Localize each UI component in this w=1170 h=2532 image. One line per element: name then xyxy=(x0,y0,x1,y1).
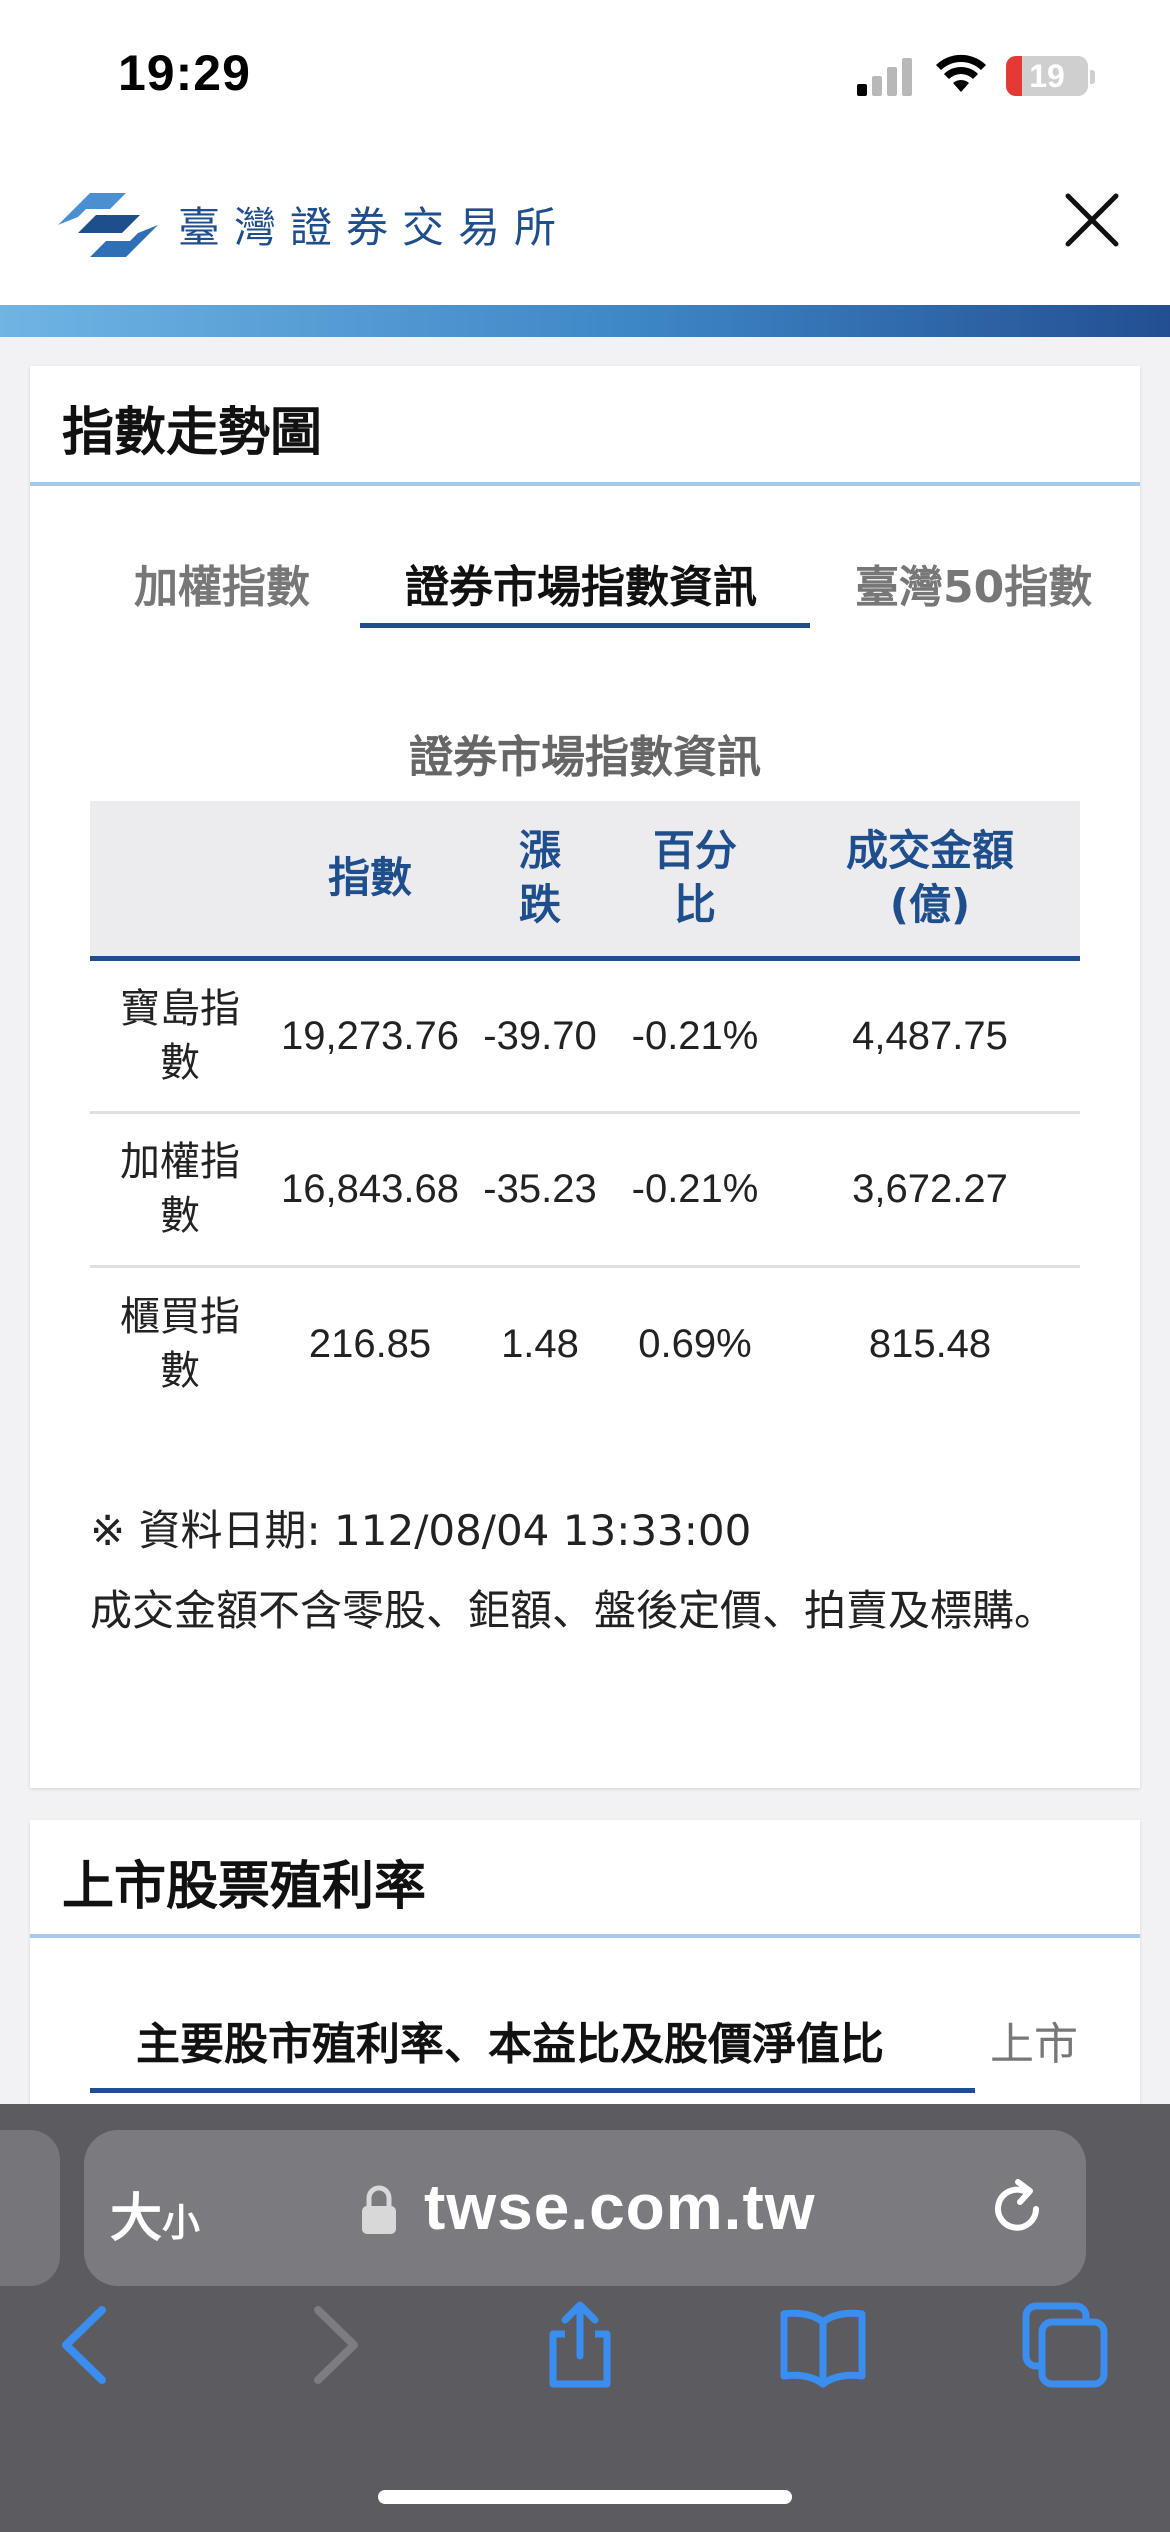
battery-icon: 19 xyxy=(1006,56,1088,96)
status-bar: 19:29 19 xyxy=(0,0,1170,150)
tabs-icon[interactable] xyxy=(1020,2300,1110,2390)
header-name xyxy=(90,801,270,961)
row-percent: -0.21% xyxy=(610,1112,780,1268)
table-header-row: 指數 漲 跌 百分 比 成交金額 (億) xyxy=(90,801,1080,961)
battery-level: 19 xyxy=(1029,58,1065,94)
row-percent: -0.21% xyxy=(610,958,780,1114)
row-change: 1.48 xyxy=(501,1321,579,1366)
share-icon[interactable] xyxy=(535,2300,625,2390)
card-title: 指數走勢圖 xyxy=(62,403,323,463)
row-name: 加權指 數 xyxy=(90,1112,270,1268)
header-gradient-bar xyxy=(0,305,1170,337)
row-change: -39.70 xyxy=(470,958,610,1114)
status-time: 19:29 xyxy=(118,45,251,101)
wifi-icon xyxy=(936,54,986,92)
table-row: 櫃買指 數 216.85 1.48 0.69% 815.48 xyxy=(90,1266,1080,1420)
row-index: 19,273.76 xyxy=(270,958,470,1114)
index-card: 指數走勢圖 加權指數 證券市場指數資訊 臺灣50指數 證券市場指數資訊 指數 漲… xyxy=(30,366,1140,1788)
tab-listed[interactable]: 上市 xyxy=(990,2008,1078,2072)
row-percent: 0.69% xyxy=(638,1321,752,1366)
header-amount: 成交金額 (億) xyxy=(780,801,1080,961)
row-amount: 3,672.27 xyxy=(780,1112,1080,1268)
row-name: 寶島指 數 xyxy=(90,958,270,1114)
url-text[interactable]: twse.com.tw xyxy=(424,2170,816,2244)
section-caption: 證券市場指數資訊 xyxy=(409,732,761,783)
text-size-button[interactable]: 大小 xyxy=(110,2176,200,2251)
row-index: 16,843.68 xyxy=(270,1112,470,1268)
site-name: 臺灣證券交易所 xyxy=(178,203,571,252)
bookmarks-icon[interactable] xyxy=(778,2300,868,2390)
data-date: ※ 資料日期: 112/08/04 13:33:00 xyxy=(90,1506,752,1555)
card-title: 上市股票殖利率 xyxy=(62,1857,427,1917)
header-index: 指數 xyxy=(270,801,470,961)
cellular-signal-icon xyxy=(857,58,912,96)
active-tab-underline xyxy=(360,623,810,628)
header-percent: 百分 比 xyxy=(610,801,780,961)
lock-icon xyxy=(362,2185,396,2234)
row-amount: 815.48 xyxy=(868,1321,992,1366)
index-tabs: 加權指數 證券市場指數資訊 臺灣50指數 xyxy=(30,551,1140,631)
site-header: 臺灣證券交易所 xyxy=(0,150,1170,305)
tab-main-markets-yield[interactable]: 主要股市殖利率、本益比及股價淨值比 xyxy=(136,2008,884,2072)
row-amount: 4,487.75 xyxy=(780,958,1080,1114)
forward-icon[interactable] xyxy=(290,2300,380,2390)
row-name: 櫃買指 數 xyxy=(120,1293,240,1394)
card-title-divider xyxy=(30,482,1140,486)
tab-weighted-index[interactable]: 加權指數 xyxy=(134,551,310,615)
table-row: 加權指 數 16,843.68 -35.23 -0.21% 3,672.27 xyxy=(90,1112,1080,1268)
amount-note: 成交金額不含零股、鉅額、盤後定價、拍賣及標購。 xyxy=(90,1586,1057,1635)
tab-market-index-info[interactable]: 證券市場指數資訊 xyxy=(405,551,757,615)
row-index: 216.85 xyxy=(308,1321,432,1366)
yield-card: 上市股票殖利率 主要股市殖利率、本益比及股價淨值比 上市 xyxy=(30,1820,1140,2120)
home-indicator[interactable] xyxy=(378,2490,792,2504)
address-bar[interactable]: 大小 twse.com.tw xyxy=(84,2130,1086,2286)
card-title-divider xyxy=(30,1934,1140,1938)
reload-icon[interactable] xyxy=(984,2176,1050,2242)
header-change: 漲 跌 xyxy=(470,801,610,961)
back-icon[interactable] xyxy=(40,2300,130,2390)
index-table: 指數 漲 跌 百分 比 成交金額 (億) 寶島指 數 19,273.76 -39… xyxy=(90,801,1080,1420)
tab-taiwan50-index[interactable]: 臺灣50指數 xyxy=(855,551,1092,615)
close-icon[interactable] xyxy=(1060,188,1124,252)
battery-tip xyxy=(1090,70,1095,84)
previous-tab-preview[interactable] xyxy=(0,2130,60,2286)
twse-logo[interactable] xyxy=(56,185,160,265)
row-change: -35.23 xyxy=(470,1112,610,1268)
table-row: 寶島指 數 19,273.76 -39.70 -0.21% 4,487.75 xyxy=(90,958,1080,1114)
active-tab-underline xyxy=(90,2088,975,2093)
table-notes: ※ 資料日期: 112/08/04 13:33:00 成交金額不含零股、鉅額、盤… xyxy=(90,1491,1090,1651)
